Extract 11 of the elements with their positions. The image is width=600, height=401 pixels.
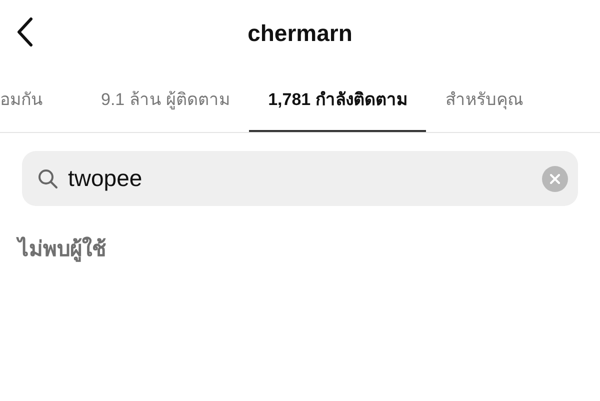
close-icon (550, 174, 560, 184)
back-icon (16, 17, 34, 47)
tab[interactable]: 9.1 ล้าน ผู้ติดตาม (82, 66, 250, 132)
search-input[interactable]: twopee (68, 165, 542, 192)
search-field[interactable]: twopee (22, 151, 578, 206)
no-results-message: ไม่พบผู้ใช้ (18, 236, 106, 264)
tab[interactable]: 1,781 กำลังติดตาม (249, 66, 426, 132)
search-icon (38, 168, 58, 188)
username-title: chermarn (248, 20, 352, 46)
tab[interactable]: สำหรับคุณ (426, 66, 542, 132)
tab[interactable]: อมกัน (0, 66, 82, 132)
